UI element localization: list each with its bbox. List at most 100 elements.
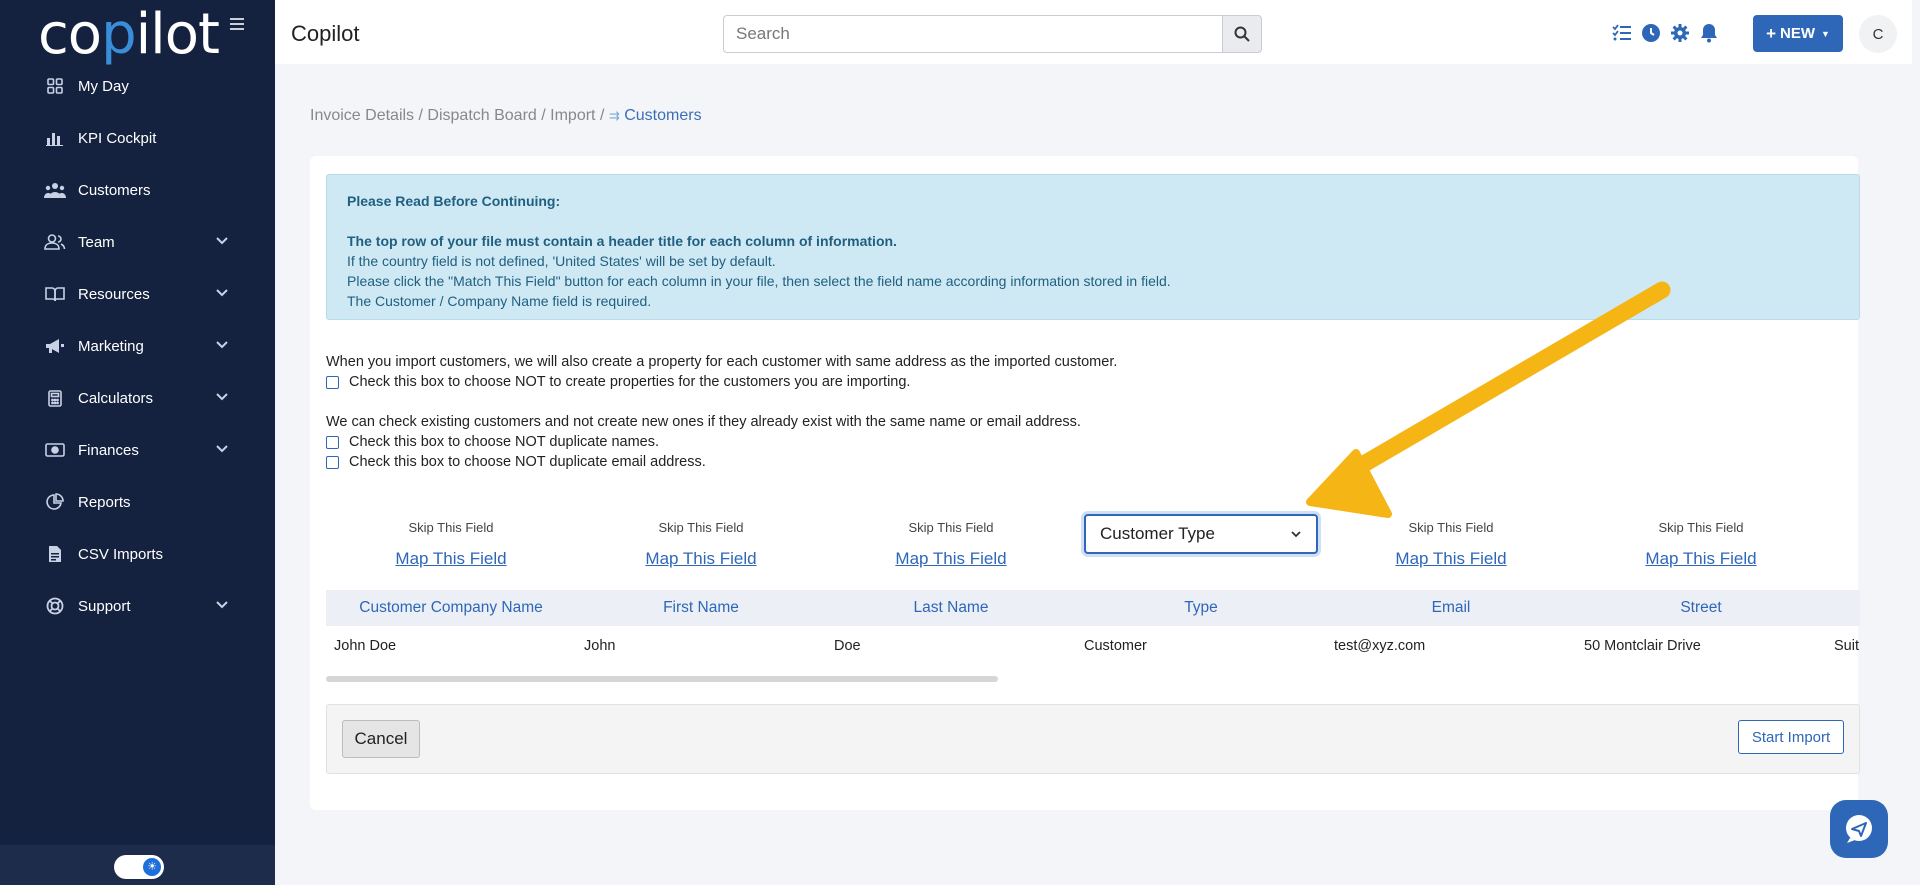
file-csv-icon [44,545,66,563]
sidebar-item-label: Finances [78,441,139,459]
annotation-arrow-icon [1306,281,1671,518]
task-list-icon[interactable] [1612,23,1632,43]
sidebar-item-resources[interactable]: Resources [0,268,275,320]
map-field-link[interactable]: Map This Field [576,549,826,569]
column-mapping-2: Skip This Field Map This Field [576,514,826,569]
team-icon [44,233,66,251]
sidebar-item-label: Support [78,597,131,615]
chevron-down-icon [216,237,228,245]
hamburger-menu-icon[interactable] [230,18,244,32]
page-scrollbar[interactable] [1912,0,1920,885]
breadcrumb-current: Customers [624,107,702,124]
sidebar-item-csv-imports[interactable]: CSV Imports [0,528,275,580]
alert-line: If the country field is not defined, 'Un… [347,253,776,269]
calculator-icon [44,389,66,407]
sidebar-footer: ☀ [0,845,275,885]
megaphone-icon [44,337,66,355]
breadcrumb: Invoice Details / Dispatch Board / Impor… [310,107,702,124]
sidebar-item-label: My Day [78,77,129,95]
column-header: First Name [663,599,739,616]
search-icon [1234,26,1250,42]
skip-field-label: Skip This Field [908,520,994,535]
bell-icon[interactable] [1699,23,1719,43]
gear-icon[interactable] [1670,23,1690,43]
breadcrumb-item-import[interactable]: Import [550,107,595,124]
chevron-down-icon [216,289,228,297]
book-icon [44,285,66,303]
new-dropdown-button[interactable]: + NEW ▼ [1753,15,1843,52]
table-cell: Suit [1834,638,1859,654]
breadcrumb-item-invoice-details[interactable]: Invoice Details [310,107,414,124]
sidebar-item-marketing[interactable]: Marketing [0,320,275,372]
caret-down-icon: ▼ [1821,28,1830,39]
lifebuoy-icon [44,597,66,615]
user-avatar[interactable]: C [1859,15,1897,53]
sidebar-item-team[interactable]: Team [0,216,275,268]
duplicate-email-row[interactable]: Check this box to choose NOT duplicate e… [326,452,1117,472]
sidebar-item-label: Team [78,233,115,251]
chevron-down-icon [216,601,228,609]
clock-icon[interactable] [1641,23,1661,43]
table-cell: John Doe [334,638,397,654]
sidebar-item-kpi-cockpit[interactable]: KPI Cockpit [0,112,275,164]
bar-chart-icon [44,129,66,147]
sidebar-item-label: Marketing [78,337,144,355]
no-duplicate-names-checkbox[interactable] [326,435,339,449]
map-field-link[interactable]: Map This Field [1576,549,1826,569]
import-file-icon: ⇉ [608,108,620,123]
table-cell: Doe [834,638,861,654]
sidebar-item-label: Customers [78,181,151,199]
search-button[interactable] [1222,15,1262,53]
property-checkbox-row[interactable]: Check this box to choose NOT to create p… [326,372,1117,392]
sidebar-item-support[interactable]: Support [0,580,275,632]
column-header: Street [1680,599,1722,616]
sidebar-item-calculators[interactable]: Calculators [0,372,275,424]
map-field-link[interactable]: Map This Field [326,549,576,569]
sidebar-item-reports[interactable]: Reports [0,476,275,528]
column-header: Last Name [913,599,989,616]
alert-bold-line: The top row of your file must contain a … [347,233,897,249]
sun-icon: ☀ [143,858,161,876]
column-mapping-1: Skip This Field Map This Field [326,514,576,569]
start-import-button[interactable]: Start Import [1738,720,1844,754]
sidebar-item-label: Resources [78,285,150,303]
chevron-down-icon [216,445,228,453]
sidebar-item-label: Calculators [78,389,154,407]
column-header: Customer Company Name [359,599,543,616]
sidebar-item-label: KPI Cockpit [78,129,157,147]
chevron-down-icon [216,341,228,349]
chat-support-button[interactable] [1830,800,1888,858]
top-bar: Copilot + NEW ▼ C [275,0,1920,64]
table-cell: test@xyz.com [1334,638,1426,654]
cancel-button[interactable]: Cancel [342,720,420,758]
sidebar-item-finances[interactable]: Finances [0,424,275,476]
theme-toggle[interactable]: ☀ [114,855,164,879]
duplicate-info-text: We can check existing customers and not … [326,414,1081,430]
search-input[interactable] [723,15,1237,53]
map-field-link[interactable]: Map This Field [1326,549,1576,569]
checkbox-label: Check this box to choose NOT to create p… [349,374,911,390]
chat-bubble-icon [1846,815,1872,843]
grid-icon [44,77,66,95]
column-mapping-3: Skip This Field Map This Field [826,514,1076,569]
column-header: Type [1184,599,1218,616]
sidebar-item-my-day[interactable]: My Day [0,60,275,112]
horizontal-scrollbar[interactable] [326,676,998,682]
breadcrumb-item-dispatch-board[interactable]: Dispatch Board [427,107,536,124]
action-bar: Cancel Start Import [326,704,1860,774]
money-icon [44,441,66,459]
chevron-down-icon [216,393,228,401]
sidebar-item-customers[interactable]: Customers [0,164,275,216]
map-field-link[interactable]: Map This Field [826,549,1076,569]
copilot-logo[interactable]: copilot [38,2,220,67]
no-duplicate-email-checkbox[interactable] [326,455,339,469]
sidebar-nav: My Day KPI Cockpit Customers Team Resour… [0,60,275,632]
skip-field-label: Skip This Field [658,520,744,535]
duplicate-names-row[interactable]: Check this box to choose NOT duplicate n… [326,432,1117,452]
table-row: John Doe John Doe Customer test@xyz.com … [326,626,1860,668]
no-properties-checkbox[interactable] [326,375,339,389]
sidebar: copilot My Day KPI Cockpit Customers Tea… [0,0,275,885]
app-title: Copilot [291,21,360,46]
property-info-text: When you import customers, we will also … [326,354,1118,370]
plus-icon: + [1766,23,1776,43]
